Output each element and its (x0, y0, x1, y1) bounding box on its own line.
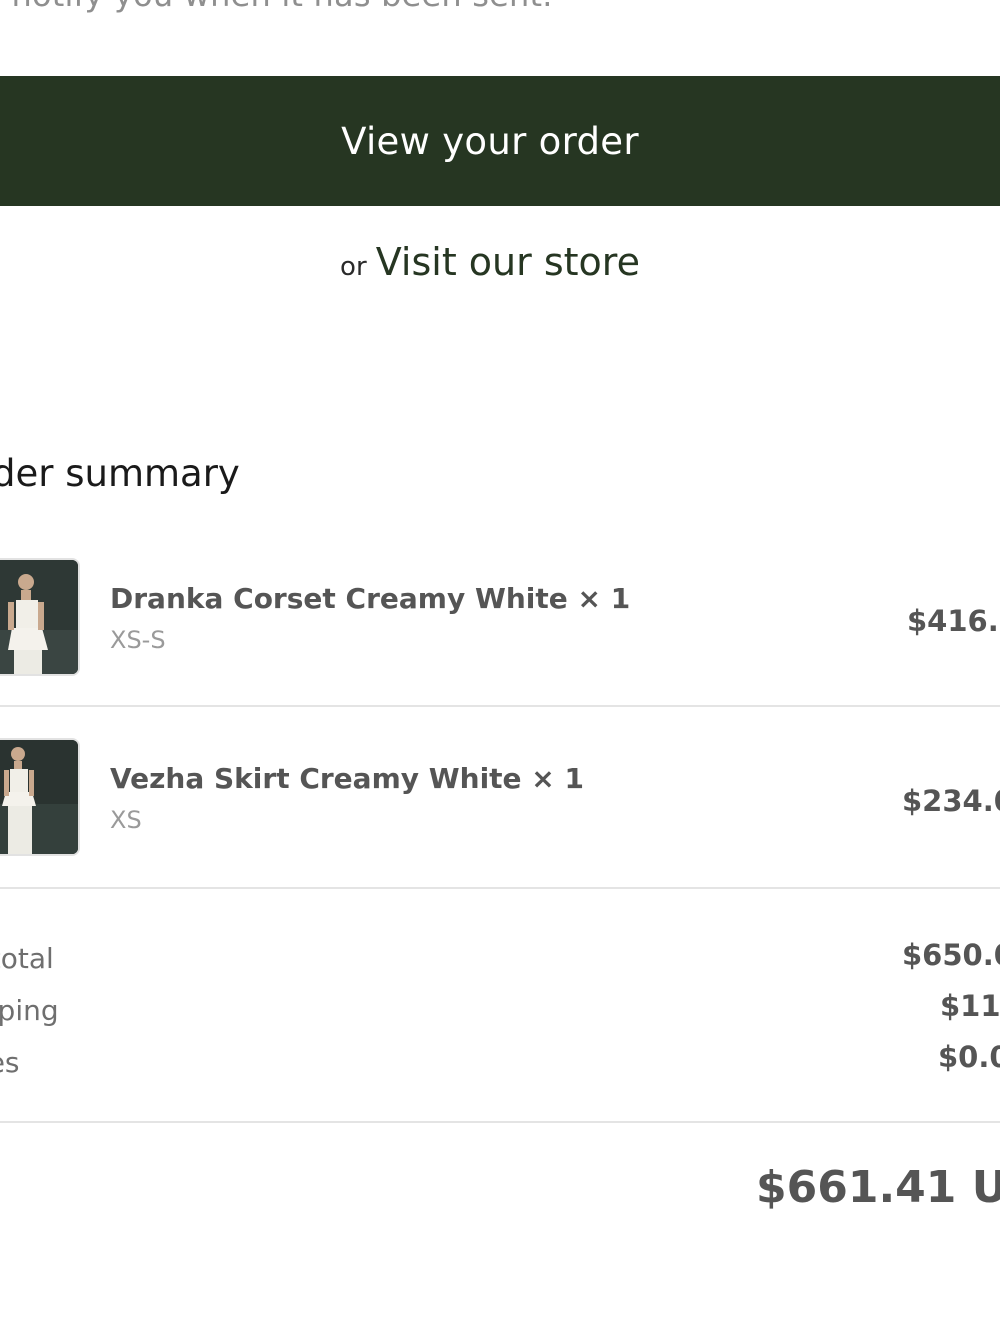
item-variant: XS-S (110, 626, 166, 654)
shipping-value: $11.4 (940, 989, 1000, 1023)
product-thumbnail-corset (0, 558, 80, 676)
view-order-button-label: View your order (341, 119, 639, 163)
item-price: $234.0 (902, 784, 1000, 818)
shipping-label: ipping (0, 994, 59, 1027)
view-order-button[interactable]: View your order (0, 76, 1000, 206)
total-value: $661.41 USD (756, 1162, 1000, 1213)
item-name: Dranka Corset Creamy White × 1 (110, 582, 631, 615)
item-divider (0, 705, 1000, 707)
visit-store-link[interactable]: Visit our store (376, 240, 640, 284)
or-text: or (340, 252, 367, 282)
taxes-label: xes (0, 1046, 20, 1079)
order-summary-heading: der summary (0, 452, 240, 495)
product-thumbnail-skirt (0, 738, 80, 856)
totals-divider (0, 1121, 1000, 1123)
subtotal-label: btotal (0, 942, 54, 975)
order-confirmation-page: l notify you when it has been sent. View… (0, 0, 1000, 1333)
taxes-value: $0.0 (938, 1040, 1000, 1074)
items-divider (0, 887, 1000, 889)
shipping-notice-text: l notify you when it has been sent. (0, 0, 553, 14)
item-price: $416.0 (907, 604, 1000, 638)
item-variant: XS (110, 806, 142, 834)
subtotal-value: $650.0 (902, 938, 1000, 972)
item-name: Vezha Skirt Creamy White × 1 (110, 762, 584, 795)
visit-store-row: or Visit our store (0, 240, 980, 284)
